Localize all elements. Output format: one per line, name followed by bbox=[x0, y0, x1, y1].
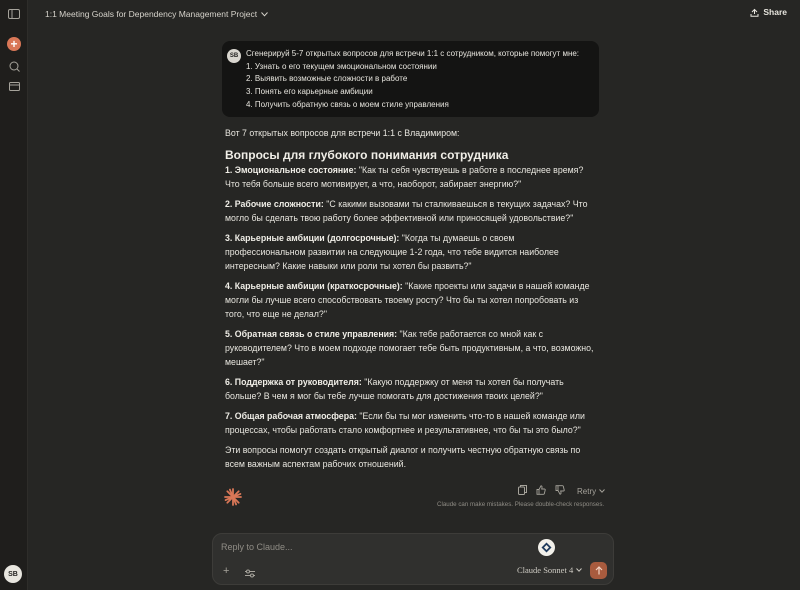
question-label: 2. Рабочие сложности: bbox=[225, 199, 324, 209]
assistant-intro: Вот 7 открытых вопросов для встречи 1:1 … bbox=[225, 128, 460, 138]
user-message-intro: Сгенерируй 5-7 открытых вопросов для вст… bbox=[246, 49, 580, 58]
model-selector[interactable]: Claude Sonnet 4 bbox=[517, 565, 583, 575]
question-item: 7. Общая рабочая атмосфера: "Если бы ты … bbox=[225, 409, 597, 437]
sidebar-toggle-icon[interactable] bbox=[6, 6, 22, 22]
puzzle-icon bbox=[541, 542, 552, 553]
list-item: 2. Выявить возможные сложности в работе bbox=[246, 74, 408, 84]
question-label: 5. Обратная связь о стиле управления: bbox=[225, 329, 398, 339]
list-item: 3. Понять его карьерные амбиции bbox=[246, 87, 373, 97]
model-label: Claude Sonnet 4 bbox=[517, 565, 574, 575]
share-button[interactable]: Share bbox=[750, 7, 787, 17]
sidebar: + SB bbox=[0, 0, 28, 590]
new-chat-button[interactable]: + bbox=[6, 36, 22, 52]
retry-label: Retry bbox=[577, 486, 597, 496]
question-label: 3. Карьерные амбиции (долгосрочные): bbox=[225, 233, 400, 243]
chats-icon[interactable] bbox=[6, 58, 22, 74]
composer: + Claude Sonnet 4 bbox=[212, 533, 614, 585]
conversation-title[interactable]: 1:1 Meeting Goals for Dependency Managem… bbox=[45, 9, 269, 19]
question-item: 2. Рабочие сложности: "С какими вызовами… bbox=[225, 197, 597, 225]
thumbs-up-icon[interactable] bbox=[536, 485, 546, 497]
share-icon bbox=[750, 8, 759, 17]
extension-icon[interactable] bbox=[538, 539, 555, 556]
plus-icon: + bbox=[7, 37, 21, 51]
question-label: 7. Общая рабочая атмосфера: bbox=[225, 411, 357, 421]
claude-spark-icon bbox=[224, 488, 242, 506]
assistant-outro: Эти вопросы помогут создать открытый диа… bbox=[225, 445, 581, 469]
chevron-down-icon bbox=[576, 568, 583, 572]
question-item: 3. Карьерные амбиции (долгосрочные): "Ко… bbox=[225, 231, 597, 273]
plus-icon: + bbox=[223, 565, 230, 577]
add-attachment-button[interactable]: + bbox=[223, 565, 229, 577]
list-item: 1. Узнать о его текущем эмоциональном со… bbox=[246, 61, 437, 71]
question-item: 5. Обратная связь о стиле управления: "К… bbox=[225, 327, 597, 369]
share-label: Share bbox=[763, 7, 787, 17]
question-label: 6. Поддержка от руководителя: bbox=[225, 377, 362, 387]
assistant-heading: Вопросы для глубокого понимания сотрудни… bbox=[225, 148, 509, 162]
chevron-down-icon bbox=[261, 11, 269, 17]
question-item: 6. Поддержка от руководителя: "Какую под… bbox=[225, 375, 597, 403]
copy-icon[interactable] bbox=[518, 485, 527, 497]
user-message-avatar: SB bbox=[227, 49, 241, 63]
question-item: 4. Карьерные амбиции (краткосрочные): "К… bbox=[225, 279, 597, 321]
header: 1:1 Meeting Goals for Dependency Managem… bbox=[28, 0, 800, 28]
question-label: 4. Карьерные амбиции (краткосрочные): bbox=[225, 281, 403, 291]
list-item: 4. Получить обратную связь о моем стиле … bbox=[246, 99, 449, 109]
message-actions: Retry bbox=[518, 485, 605, 497]
assistant-message: Вот 7 открытых вопросов для встречи 1:1 … bbox=[225, 126, 597, 471]
thumbs-down-icon[interactable] bbox=[555, 485, 565, 497]
arrow-up-icon bbox=[595, 566, 602, 575]
question-item: 1. Эмоциональное состояние: "Как ты себя… bbox=[225, 163, 597, 191]
user-message-list: 1. Узнать о его текущем эмоциональном со… bbox=[246, 61, 589, 112]
user-message: SB Сгенерируй 5-7 открытых вопросов для … bbox=[222, 41, 599, 117]
question-label: 1. Эмоциональное состояние: bbox=[225, 165, 357, 175]
send-button[interactable] bbox=[590, 562, 607, 579]
chevron-down-icon bbox=[599, 489, 605, 493]
conversation-title-label: 1:1 Meeting Goals for Dependency Managem… bbox=[45, 9, 258, 19]
user-avatar[interactable]: SB bbox=[4, 565, 22, 583]
tools-button[interactable] bbox=[245, 565, 255, 583]
sliders-icon bbox=[245, 569, 255, 578]
projects-icon[interactable] bbox=[6, 78, 22, 94]
retry-button[interactable]: Retry bbox=[577, 487, 605, 496]
reply-input[interactable] bbox=[221, 542, 521, 552]
disclaimer-text: Claude can make mistakes. Please double-… bbox=[437, 501, 605, 508]
